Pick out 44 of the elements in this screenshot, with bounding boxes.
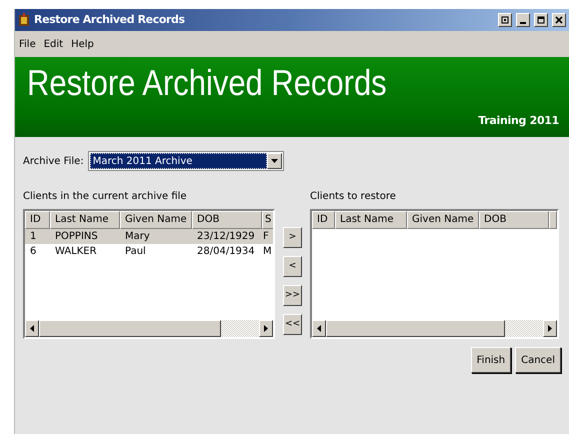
- column-header[interactable]: Given Name: [120, 211, 192, 229]
- column-header[interactable]: DOB: [192, 211, 262, 229]
- table-row[interactable]: 1 POPPINS Mary 23/12/1929 F: [25, 229, 273, 244]
- close-button[interactable]: [552, 13, 566, 27]
- window-title: Restore Archived Records: [34, 12, 186, 28]
- horizontal-scrollbar[interactable]: [25, 320, 273, 337]
- column-header[interactable]: Last Name: [335, 211, 407, 229]
- close-icon: [555, 16, 563, 24]
- menu-item[interactable]: Edit: [44, 36, 64, 52]
- move-button[interactable]: >: [283, 227, 302, 248]
- column-header[interactable]: DOB: [479, 211, 549, 229]
- minimize-button[interactable]: [516, 13, 530, 27]
- column-header[interactable]: Last Name: [50, 211, 120, 229]
- scroll-left-icon: [30, 325, 34, 332]
- move-button[interactable]: >>: [283, 285, 302, 306]
- horizontal-scrollbar[interactable]: [312, 320, 557, 337]
- menu-item[interactable]: File: [19, 36, 36, 52]
- field-label: Archive File:: [23, 154, 84, 168]
- column-header[interactable]: ID: [25, 211, 50, 229]
- column-header[interactable]: ID: [312, 211, 335, 229]
- column-header[interactable]: S: [262, 211, 273, 229]
- banner-subtitle: Training 2011: [478, 112, 559, 128]
- move-button[interactable]: <<: [283, 314, 302, 335]
- dropdown-arrow-icon: [270, 159, 278, 163]
- table-row[interactable]: 6 WALKER Paul 28/04/1934 M: [25, 244, 273, 259]
- app-icon: [18, 13, 30, 27]
- scroll-left-icon: [317, 325, 321, 332]
- restore-icon: [501, 16, 509, 24]
- maximize-icon: [537, 16, 545, 24]
- move-button[interactable]: <: [283, 256, 302, 277]
- dialog-button[interactable]: Finish: [470, 347, 512, 373]
- list-label: Clients in the current archive file: [23, 190, 188, 204]
- banner-title: Restore Archived Records: [27, 61, 387, 104]
- column-header[interactable]: Given Name: [407, 211, 479, 229]
- scroll-thumb[interactable]: [39, 320, 221, 337]
- restore-button[interactable]: [498, 13, 512, 27]
- dialog-button[interactable]: Cancel: [515, 347, 561, 373]
- scroll-right-icon: [548, 325, 552, 332]
- scroll-thumb[interactable]: [326, 320, 505, 337]
- menu-item[interactable]: Help: [71, 36, 94, 52]
- maximize-button[interactable]: [534, 13, 548, 27]
- archive-file-dropdown[interactable]: March 2011 Archive: [88, 151, 284, 171]
- list-label: Clients to restore: [310, 190, 397, 204]
- scroll-right-icon: [264, 325, 268, 332]
